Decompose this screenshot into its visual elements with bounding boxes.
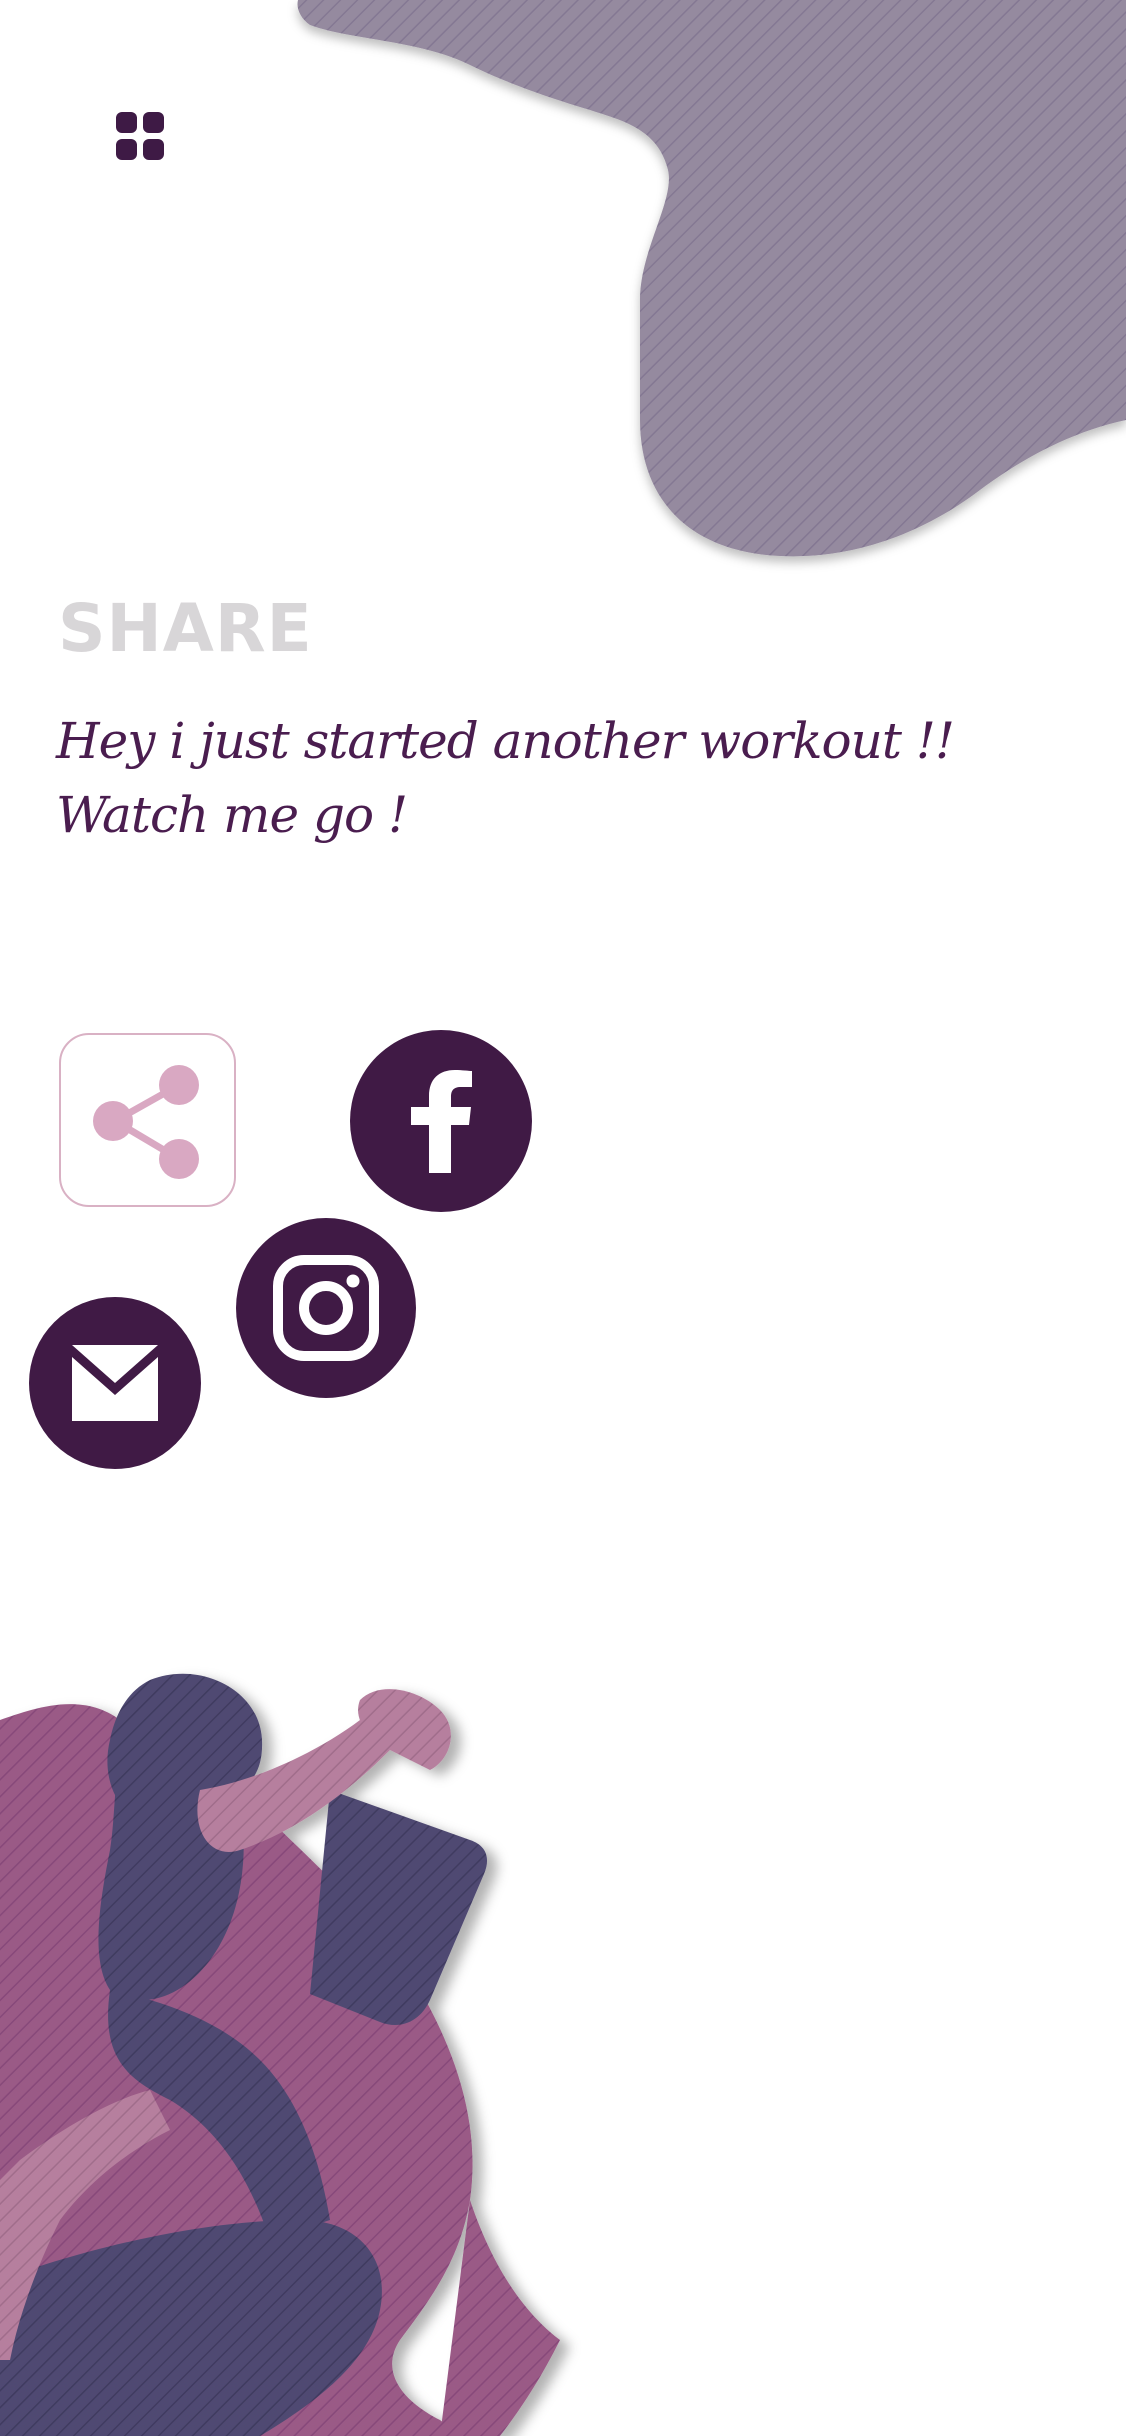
share-message-line-2: Watch me go ! <box>56 786 408 844</box>
workout-illustration <box>0 1673 560 2436</box>
instagram-icon <box>273 1255 379 1361</box>
grid-menu-icon[interactable] <box>116 112 164 160</box>
share-button[interactable] <box>59 1033 236 1207</box>
share-screen: SHARE Hey i just started another workout… <box>0 0 1126 2436</box>
mail-icon <box>72 1345 158 1421</box>
facebook-button[interactable] <box>350 1030 532 1212</box>
share-message: Hey i just started another workout !! Wa… <box>56 704 955 852</box>
page-title: SHARE <box>58 590 313 667</box>
share-message-line-1: Hey i just started another workout !! <box>56 712 955 770</box>
instagram-button[interactable] <box>236 1218 416 1398</box>
share-icon <box>93 1065 199 1179</box>
facebook-icon <box>411 1070 472 1173</box>
top-decorative-blob <box>297 0 1126 557</box>
mail-button[interactable] <box>29 1297 201 1469</box>
